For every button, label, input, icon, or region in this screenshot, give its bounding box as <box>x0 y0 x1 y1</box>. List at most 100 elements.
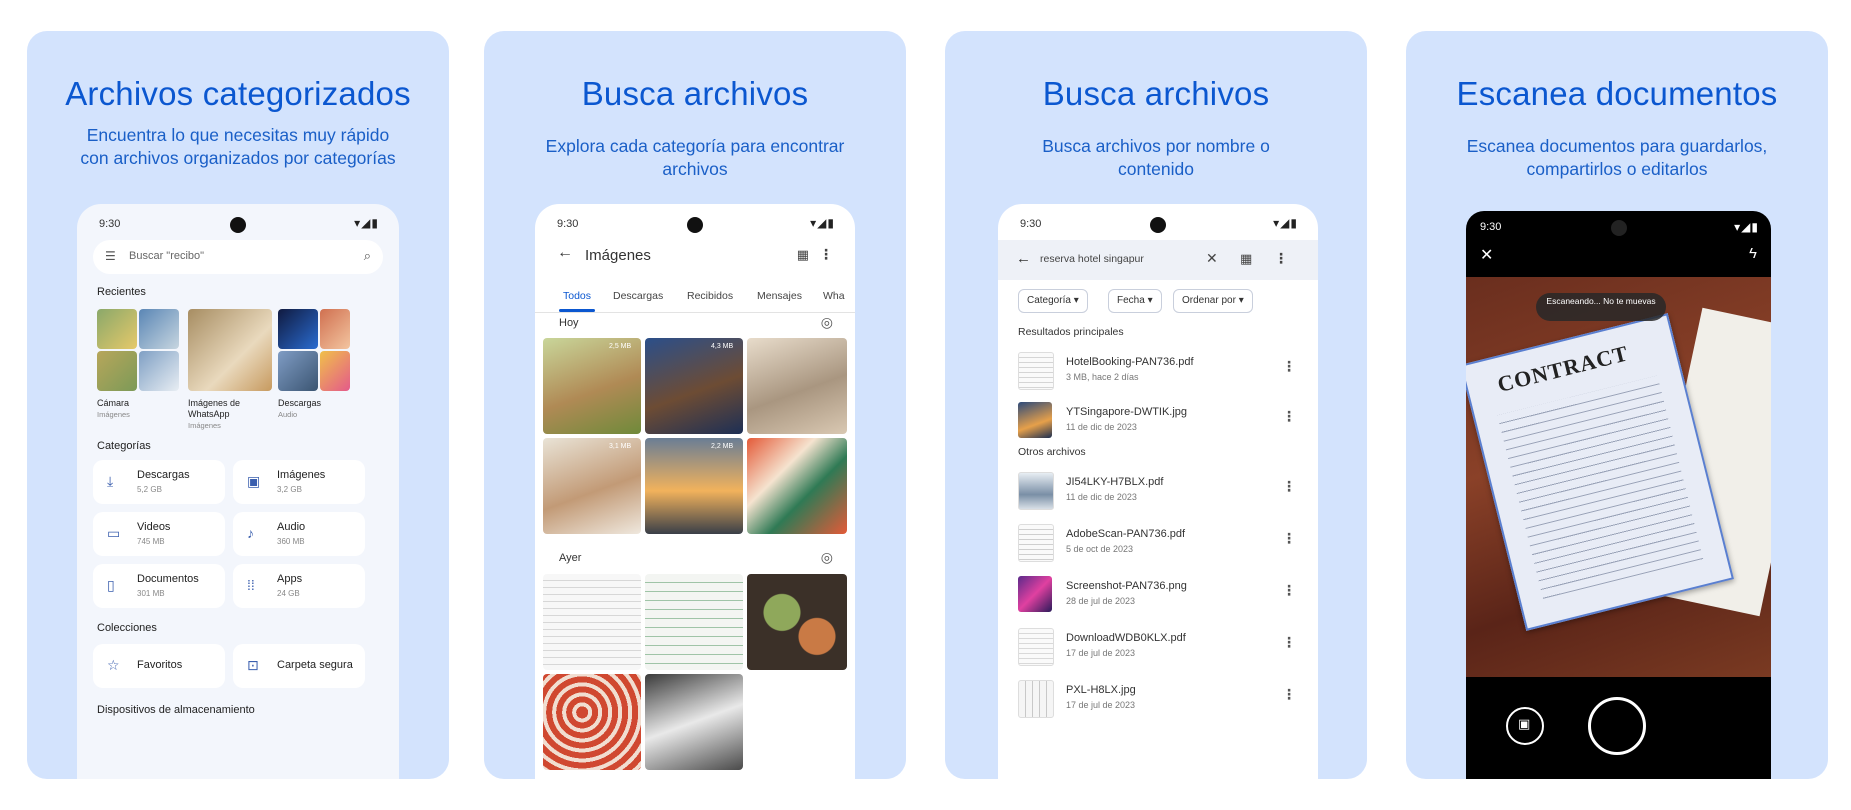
image-thumbnail[interactable] <box>645 438 743 534</box>
thumbnail <box>139 309 179 349</box>
category-tile-audio[interactable]: ♪ Audio 360 MB <box>233 512 365 556</box>
category-label: Audio <box>277 521 306 533</box>
select-all-today-icon[interactable]: ◎ <box>821 314 833 331</box>
image-thumbnail[interactable] <box>543 674 641 770</box>
pdf-thumbnail <box>1018 524 1054 562</box>
download-icon: ⤓ <box>107 473 114 489</box>
status-time: 9:30 <box>1480 221 1502 233</box>
category-tile-apps[interactable]: ⁞⁞ Apps 24 GB <box>233 564 365 608</box>
clear-search-icon[interactable]: ✕ <box>1206 250 1218 267</box>
image-thumbnail[interactable] <box>543 438 641 534</box>
select-all-yesterday-icon[interactable]: ◎ <box>821 549 833 566</box>
phone-screen: 9:30 ▾◢▮ ← reserva hotel singapur ✕ ▦ ⋮ … <box>998 204 1318 779</box>
file-row[interactable]: JI54LKY-H7BLX.pdf 11 de dic de 2023 ⋮ <box>998 464 1318 514</box>
tab-messages[interactable]: Mensajes <box>757 290 802 302</box>
more-options-icon[interactable]: ⋮ <box>1282 408 1296 425</box>
flash-off-icon[interactable]: ϟ <box>1749 245 1757 262</box>
scan-hint-toast: Escaneando... No te muevas <box>1536 293 1666 321</box>
image-thumbnail[interactable] <box>645 674 743 770</box>
image-thumbnail[interactable] <box>747 574 847 670</box>
file-row[interactable]: HotelBooking-PAN736.pdf 3 MB, hace 2 día… <box>998 344 1318 394</box>
status-icons: ▾◢▮ <box>354 216 379 230</box>
file-name: AdobeScan-PAN736.pdf <box>1066 528 1186 540</box>
more-options-icon[interactable]: ⋮ <box>1274 250 1288 267</box>
category-label: Videos <box>137 521 171 533</box>
file-row[interactable]: YTSingapore-DWTIK.jpg 11 de dic de 2023 … <box>998 394 1318 444</box>
collection-tile-favorites[interactable]: ☆ Favoritos <box>93 644 225 688</box>
recent-label-downloads: Descargas <box>278 398 322 408</box>
file-row[interactable]: PXL-H8LX.jpg 17 de jul de 2023 ⋮ <box>998 672 1318 722</box>
category-size: 745 MB <box>137 537 165 546</box>
file-row[interactable]: DownloadWDB0KLX.pdf 17 de jul de 2023 ⋮ <box>998 620 1318 670</box>
image-thumbnail <box>1018 402 1052 438</box>
more-options-icon[interactable]: ⋮ <box>1282 478 1296 495</box>
thumbnail <box>278 309 318 349</box>
file-name: JI54LKY-H7BLX.pdf <box>1066 476 1164 488</box>
recent-sub-downloads: Audio <box>278 410 298 419</box>
image-thumbnail[interactable] <box>747 438 847 534</box>
filter-chip-sort[interactable]: Ordenar por ▾ <box>1173 289 1253 313</box>
category-tile-images[interactable]: ▣ Imágenes 3,2 GB <box>233 460 365 504</box>
section-other-files: Otros archivos <box>1018 446 1086 458</box>
thumbnail <box>320 351 350 391</box>
more-options-icon[interactable]: ⋮ <box>819 246 833 263</box>
camera-cutout <box>1150 217 1166 233</box>
file-row[interactable]: AdobeScan-PAN736.pdf 5 de oct de 2023 ⋮ <box>998 516 1318 566</box>
tab-downloads[interactable]: Descargas <box>613 290 663 302</box>
category-tile-downloads[interactable]: ⤓ Descargas 5,2 GB <box>93 460 225 504</box>
thumbnail <box>97 309 137 349</box>
image-thumbnail[interactable] <box>747 338 847 434</box>
more-options-icon[interactable]: ⋮ <box>1282 582 1296 599</box>
file-row[interactable]: Screenshot-PAN736.png 28 de jul de 2023 … <box>998 568 1318 618</box>
card-subtitle: Explora cada categoría para encontrar ar… <box>545 136 845 179</box>
grid-view-icon[interactable]: ▦ <box>1240 251 1252 267</box>
file-meta: 17 de jul de 2023 <box>1066 700 1136 710</box>
filter-chip-date[interactable]: Fecha ▾ <box>1108 289 1162 313</box>
file-name: PXL-H8LX.jpg <box>1066 684 1136 696</box>
search-placeholder[interactable]: Buscar "recibo" <box>129 250 204 262</box>
image-thumbnail <box>1018 576 1052 612</box>
file-name: Screenshot-PAN736.png <box>1066 580 1187 592</box>
more-options-icon[interactable]: ⋮ <box>1282 358 1296 375</box>
file-meta: 11 de dic de 2023 <box>1066 492 1137 502</box>
recent-label: Recientes <box>97 286 146 298</box>
more-options-icon[interactable]: ⋮ <box>1282 634 1296 651</box>
search-icon[interactable]: ⌕ <box>364 248 371 264</box>
pdf-thumbnail <box>1018 628 1054 666</box>
close-icon[interactable]: ✕ <box>1480 245 1493 265</box>
category-tile-videos[interactable]: ▭ Videos 745 MB <box>93 512 225 556</box>
category-tile-documents[interactable]: ▯ Documentos 301 MB <box>93 564 225 608</box>
search-query[interactable]: reserva hotel singapur <box>1040 253 1144 265</box>
chevron-down-icon: ▾ <box>1073 295 1079 306</box>
image-thumbnail[interactable] <box>543 338 641 434</box>
search-bar[interactable]: ☰ Buscar "recibo" ⌕ <box>93 240 383 274</box>
card-title: Archivos categorizados <box>65 75 411 112</box>
tab-all[interactable]: Todos <box>563 290 591 302</box>
image-thumbnail[interactable] <box>645 338 743 434</box>
more-options-icon[interactable]: ⋮ <box>1282 530 1296 547</box>
collection-label: Favoritos <box>137 659 183 671</box>
chevron-down-icon: ▾ <box>1238 295 1244 306</box>
filter-chip-category[interactable]: Categoría ▾ <box>1018 289 1088 313</box>
card-title: Escanea documentos <box>1456 75 1778 112</box>
more-options-icon[interactable]: ⋮ <box>1282 686 1296 703</box>
thumbnail <box>97 351 137 391</box>
file-meta: 28 de jul de 2023 <box>1066 596 1136 606</box>
document-icon: ▯ <box>107 577 115 593</box>
tab-received[interactable]: Recibidos <box>687 290 733 302</box>
image-thumbnail[interactable] <box>645 574 743 670</box>
grid-view-icon[interactable]: ▦ <box>797 247 809 263</box>
image-thumbnail[interactable] <box>543 574 641 670</box>
collection-tile-safe-folder[interactable]: ⊡ Carpeta segura <box>233 644 365 688</box>
file-meta: 5 de oct de 2023 <box>1066 544 1134 554</box>
back-arrow-icon[interactable]: ← <box>557 244 573 262</box>
tab-whatsapp[interactable]: Wha <box>823 290 845 302</box>
gallery-button[interactable]: ▣ <box>1506 707 1544 745</box>
back-arrow-icon[interactable]: ← <box>1016 250 1031 267</box>
pdf-thumbnail <box>1018 472 1054 510</box>
category-size: 24 GB <box>277 589 300 598</box>
group-label-yesterday: Ayer <box>559 552 582 564</box>
menu-icon[interactable]: ☰ <box>105 249 116 263</box>
recent-label-camera: Cámara <box>97 398 130 408</box>
shutter-button[interactable] <box>1588 697 1646 755</box>
